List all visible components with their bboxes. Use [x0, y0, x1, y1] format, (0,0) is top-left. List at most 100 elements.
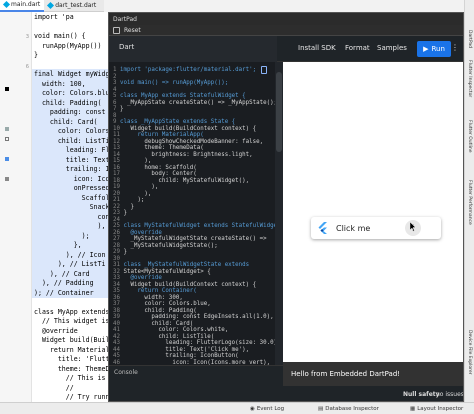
- ide-code-line: theme: ThemeDa: [34, 364, 110, 373]
- tab-label: main.dart: [11, 1, 41, 8]
- ide-code-line: //: [34, 383, 74, 392]
- ide-code-line: color: Colors.blu: [32, 88, 110, 98]
- event-log-button[interactable]: ◉ Event Log: [250, 406, 284, 412]
- ide-code-line: void main() {: [34, 32, 86, 40]
- ide-code-line: Snack: [32, 202, 110, 212]
- event-log-label: Event Log: [256, 406, 285, 412]
- ide-code-line: child: ListTil: [32, 135, 110, 146]
- device-file-explorer-tab[interactable]: Device File Explorer: [467, 330, 472, 375]
- ide-code-line: title: 'Flutte: [34, 355, 110, 363]
- ide-code-line: // This is t: [34, 374, 110, 382]
- ide-code-line: class MyApp extends: [34, 307, 110, 316]
- editor-scrollbar[interactable]: [275, 62, 283, 373]
- code-text: _MyStatefulWidgetState();: [123, 242, 218, 249]
- dartpad-code-editor[interactable]: 1 import 'package:flutter/material.dart'…: [109, 62, 277, 373]
- ide-code-line: ); // Container: [32, 287, 110, 298]
- event-log-icon: ◉: [250, 406, 255, 412]
- ide-code-line: padding: const E: [32, 107, 110, 117]
- console-panel[interactable]: Console: [109, 365, 283, 401]
- null-safety-label[interactable]: Null safety: [403, 391, 440, 398]
- ide-code-line: ), // Icon: [32, 249, 110, 260]
- ide-code-line: leading: Flu: [32, 145, 110, 155]
- card-title: Click me: [336, 223, 371, 233]
- mouse-cursor-icon: [410, 222, 416, 232]
- ide-code-line: child: Card(: [32, 116, 110, 127]
- ide-gutter: 3 6: [0, 12, 32, 402]
- copy-icon[interactable]: [261, 66, 267, 74]
- flutter-inspector-tab[interactable]: Flutter Inspector: [467, 60, 472, 97]
- database-inspector-label: Database Inspector: [325, 406, 379, 412]
- ide-code-line: ), // Card: [32, 268, 110, 279]
- ide-code-line: color: Colors.: [32, 126, 110, 136]
- code-text: _MyAppState createState() => _MyAppState…: [120, 99, 277, 106]
- dartpad-footer: Null safety no issues: [283, 386, 463, 401]
- ide-code-line: // This widget is: [34, 317, 110, 325]
- ide-code-line: onPressed:: [32, 183, 110, 193]
- flutter-outline-tab[interactable]: Flutter Outline: [467, 120, 472, 153]
- ide-code-line: child: Padding(: [32, 97, 110, 108]
- code-text: }: [123, 249, 127, 255]
- ide-code-line: Scaffold: [32, 192, 110, 203]
- screen: main.dart dart_test.dart 3 6 import 'pa v…: [0, 0, 474, 414]
- play-icon: ▶: [423, 45, 429, 53]
- ide-code-line: trailing: Ic: [32, 164, 110, 174]
- dartpad-header: Dart Install SDK Format Samples ▶ Run ⋮: [109, 36, 463, 62]
- issues-label[interactable]: no issues: [436, 391, 463, 398]
- ide-code-line: width: 100,: [32, 78, 110, 89]
- code-text: }: [123, 210, 127, 216]
- console-label: Console: [114, 369, 138, 376]
- samples-button[interactable]: Samples: [377, 44, 407, 52]
- window-title: DartPad: [113, 15, 137, 23]
- flutter-logo-marker: [5, 157, 9, 161]
- snackbar-text: Hello from Embedded DartPad!: [291, 370, 401, 378]
- ide-code-line: ), // ListTi: [32, 259, 110, 269]
- ide-code-line: ),: [32, 221, 110, 231]
- color-marker: [5, 137, 9, 141]
- ide-code-line: title: Text(: [32, 154, 110, 165]
- dartpad-window: DartPad Reset Dart Install SDK Format Sa…: [108, 12, 464, 402]
- stop-icon[interactable]: [113, 26, 120, 34]
- ide-code-line: },: [32, 240, 110, 250]
- snackbar: Hello from Embedded DartPad!: [283, 362, 463, 386]
- ide-code-line: [32, 22, 34, 32]
- tab-dart-test[interactable]: dart_test.dart: [44, 0, 100, 12]
- code-text: import 'package:flutter/material.dart';: [120, 67, 257, 73]
- line-number: 6: [25, 64, 29, 70]
- ide-tab-bar: main.dart dart_test.dart: [0, 0, 104, 12]
- flutter-performance-tab[interactable]: Flutter Performance: [467, 180, 472, 225]
- tab-main-dart[interactable]: main.dart: [0, 0, 45, 12]
- dartpad-tab[interactable]: DartPad: [467, 30, 472, 48]
- ide-code-editor[interactable]: import 'pa void main() { runApp(MyApp())}…: [32, 12, 110, 402]
- ide-right-toolwindow-bar: Flutter Inspector Flutter Outline Flutte…: [464, 0, 474, 402]
- database-inspector-button[interactable]: ▤ Database Inspector: [318, 406, 379, 412]
- list-tile-card[interactable]: Click me ⋮: [311, 217, 441, 239]
- ide-code-line: cont: [32, 211, 110, 222]
- format-button[interactable]: Format: [345, 44, 370, 52]
- ide-code-line: ), // Padding: [32, 278, 110, 288]
- install-sdk-button[interactable]: Install SDK: [298, 44, 336, 52]
- ide-code-line: import 'pa: [34, 13, 74, 21]
- layout-inspector-button[interactable]: ▦ Layout Inspector: [410, 406, 463, 412]
- code-text: void main() => runApp(MyApp());: [120, 80, 229, 86]
- tab-dart[interactable]: Dart: [109, 36, 277, 62]
- database-icon: ▤: [318, 406, 324, 412]
- scrollbar-thumb[interactable]: [276, 72, 282, 152]
- ide-code-line: [32, 297, 34, 307]
- run-button[interactable]: ▶ Run: [417, 41, 451, 57]
- preview-panel: Click me ⋮: [283, 62, 463, 362]
- layout-inspector-label: Layout Inspector: [417, 406, 464, 412]
- line-number: 3: [25, 34, 29, 40]
- dart-file-icon: [47, 1, 55, 10]
- ide-code-line: // Try runni: [34, 393, 110, 401]
- run-label: Run: [431, 45, 445, 53]
- breakpoint-marker[interactable]: [5, 87, 9, 91]
- icon-marker: [5, 177, 9, 181]
- ide-code-line: runApp(MyApp()): [34, 41, 102, 50]
- dart-file-icon: [2, 0, 11, 9]
- dartpad-code-line: 1 import 'package:flutter/material.dart'…: [113, 66, 256, 75]
- reset-button[interactable]: Reset: [124, 27, 141, 34]
- dartpad-code-line: 6 _MyAppState createState() => _MyAppSta…: [113, 99, 277, 108]
- ide-code-line: Widget build(Build: [34, 336, 110, 344]
- more-vert-icon[interactable]: ⋮: [451, 43, 459, 52]
- ide-code-line: @override: [34, 326, 78, 335]
